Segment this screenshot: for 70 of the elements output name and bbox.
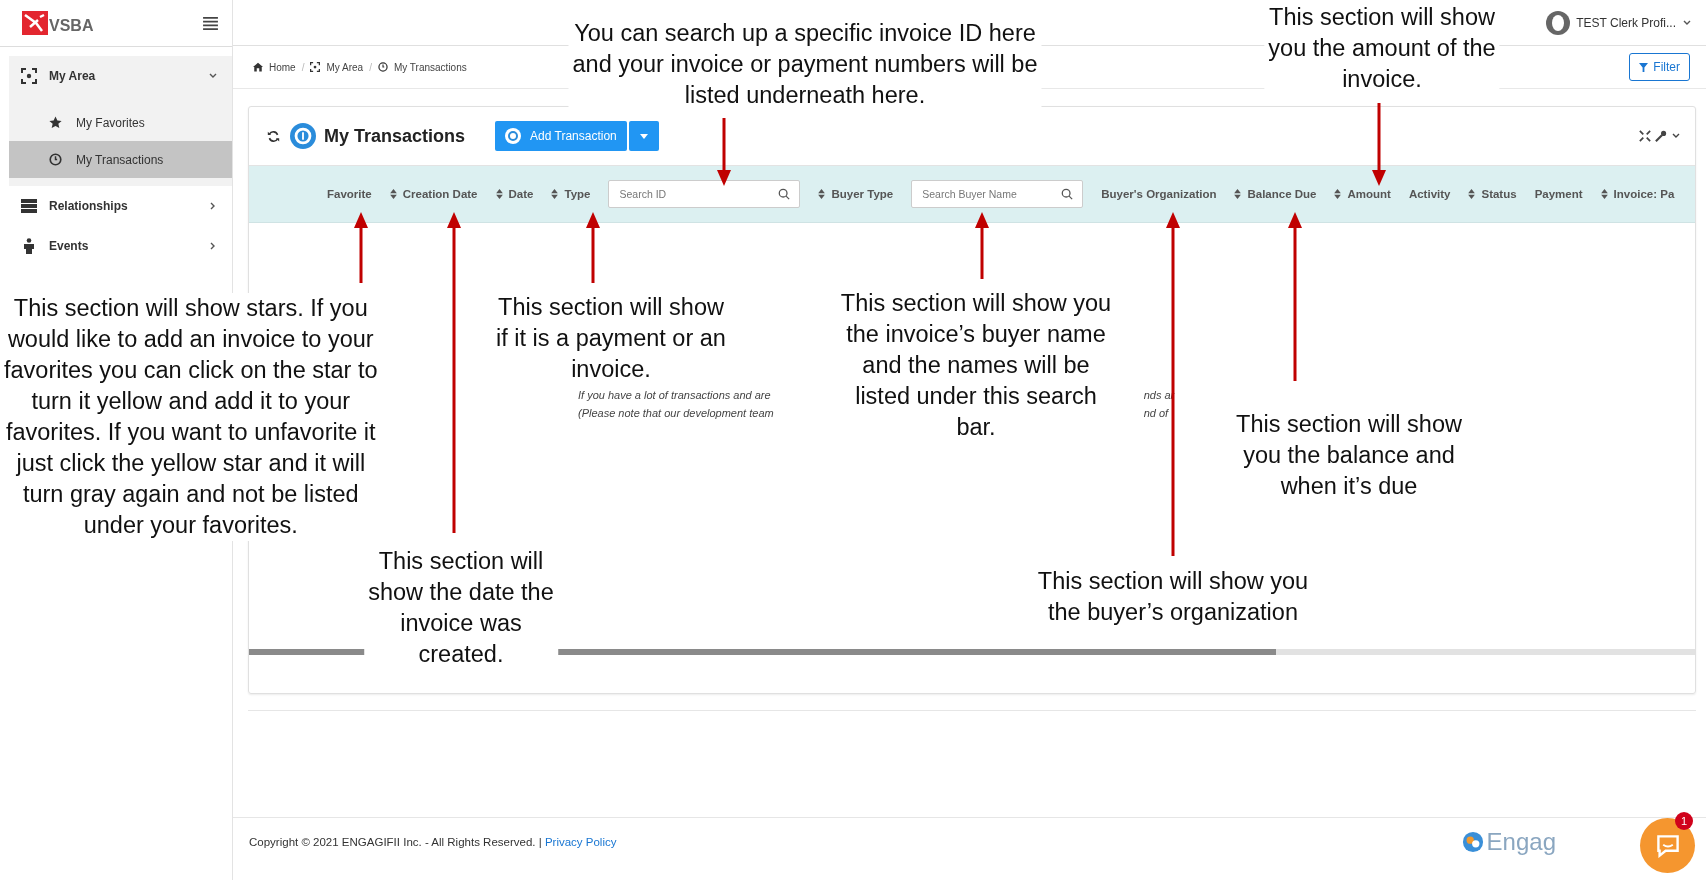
clock-icon <box>49 153 62 166</box>
column-header[interactable]: Date <box>495 188 534 200</box>
sort-icon <box>1600 189 1608 199</box>
person-icon <box>21 238 37 254</box>
sort-icon <box>389 189 397 199</box>
annotation-arrow <box>353 212 369 283</box>
notice-text: (Please note that our development team <box>578 407 774 419</box>
sort-icon <box>1468 189 1476 199</box>
home-icon <box>253 62 263 72</box>
copyright-text: Copyright © 2021 ENGAGIFII Inc. - All Rights Reserved. | Privacy Policy <box>249 836 617 848</box>
expand-icon[interactable] <box>1639 130 1651 142</box>
sidebar-item[interactable]: My Area <box>9 56 232 96</box>
sort-icon <box>551 189 559 199</box>
transactions-icon <box>505 128 522 144</box>
search-field[interactable]: Search Buyer Name <box>911 180 1084 208</box>
annotation-arrow <box>974 212 990 279</box>
column-header[interactable]: Favorite <box>327 188 372 200</box>
column-header[interactable]: Payment <box>1534 188 1583 200</box>
notification-badge: 1 <box>1675 812 1693 830</box>
page-title: My Transactions <box>324 125 466 147</box>
filter-icon <box>1639 62 1649 72</box>
focus-icon <box>21 68 37 84</box>
breadcrumb-link[interactable]: My Transactions <box>393 61 467 73</box>
sidebar-item[interactable]: Relationships <box>9 186 232 226</box>
sidebar-subitem[interactable]: My Transactions <box>9 141 232 178</box>
sidebar-subitem[interactable]: My Favorites <box>9 104 232 141</box>
user-menu[interactable]: TEST Clerk Profi... <box>1546 10 1692 35</box>
brand-text: Engag <box>1486 828 1556 856</box>
clock-icon <box>377 62 388 72</box>
chat-icon <box>1655 833 1680 858</box>
star-icon <box>49 116 62 129</box>
transactions-icon <box>290 123 316 149</box>
logo-text: VSBA <box>49 17 94 35</box>
chat-button[interactable] <box>1640 818 1695 873</box>
notice-text: If you have a lot of transactions and are <box>578 389 772 401</box>
column-header[interactable]: Status <box>1468 188 1517 200</box>
focus-icon <box>310 62 321 72</box>
server-icon <box>21 198 37 214</box>
sidebar-item[interactable]: Events <box>9 226 232 266</box>
column-header[interactable]: Buyer's Organization <box>1101 188 1217 200</box>
logo-emblem-icon <box>22 11 48 35</box>
column-header[interactable]: Invoice: Pa <box>1600 188 1675 200</box>
column-header[interactable]: Activity <box>1408 188 1451 200</box>
menu-icon[interactable] <box>203 16 218 30</box>
column-header[interactable]: Amount <box>1334 188 1391 200</box>
filter-button[interactable]: Filter <box>1629 53 1690 81</box>
sort-icon <box>1234 189 1242 199</box>
sort-icon <box>495 189 503 199</box>
caret-icon <box>639 133 648 139</box>
column-header[interactable]: Buyer Type <box>818 188 894 200</box>
dropdown-button[interactable] <box>628 121 659 151</box>
column-header[interactable]: Type <box>551 188 591 200</box>
breadcrumb-link[interactable]: My Area <box>326 61 364 73</box>
refresh-icon[interactable] <box>267 129 280 143</box>
annotation-arrow <box>585 212 601 283</box>
breadcrumb-link[interactable]: Home <box>269 61 296 73</box>
search-icon <box>778 188 791 200</box>
sort-icon <box>818 189 826 199</box>
sort-icon <box>1334 189 1342 199</box>
column-header[interactable]: Creation Date <box>389 188 478 200</box>
avatar-icon <box>1546 10 1571 35</box>
brand-logo-icon <box>1461 831 1484 853</box>
breadcrumb-separator: / <box>369 61 372 73</box>
search-icon <box>1061 188 1074 200</box>
annotation-arrow <box>716 118 732 186</box>
privacy-policy-link[interactable]: Privacy Policy <box>544 836 617 848</box>
breadcrumb-separator: / <box>301 61 305 73</box>
column-header[interactable]: Balance Due <box>1234 188 1317 200</box>
notice-text: nd of <box>1143 407 1170 419</box>
search-field[interactable]: Search ID <box>608 180 801 208</box>
